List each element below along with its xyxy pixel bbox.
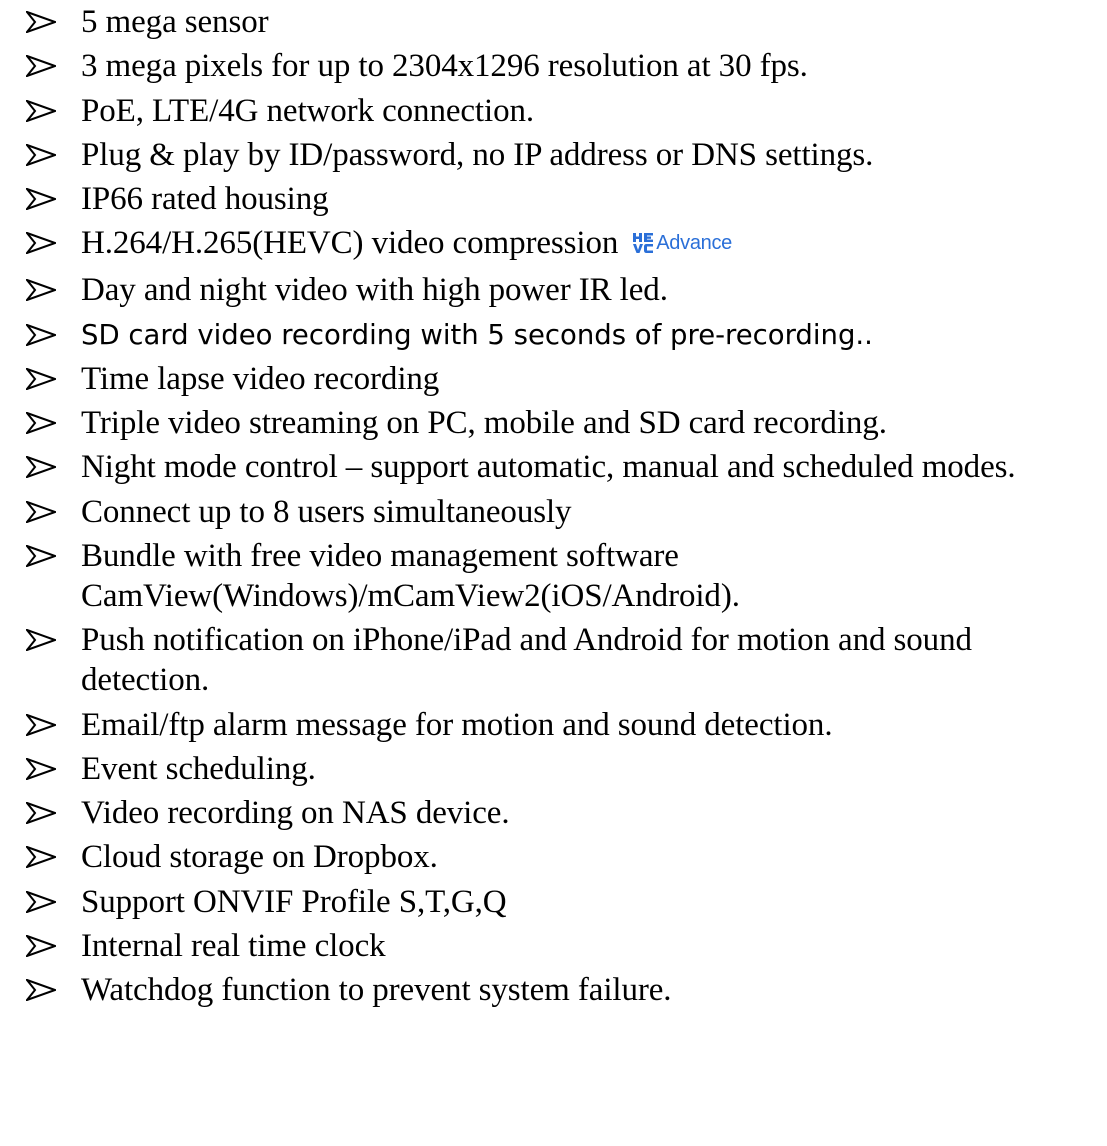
feature-text: 3 mega pixels for up to 2304x1296 resolu… bbox=[81, 48, 808, 85]
list-item: SD card video recording with 5 seconds o… bbox=[0, 315, 1107, 355]
arrowhead-bullet-icon bbox=[26, 793, 58, 833]
list-item: Time lapse video recording bbox=[0, 359, 1107, 399]
feature-text: Day and night video with high power IR l… bbox=[81, 272, 668, 309]
feature-text: Video recording on NAS device. bbox=[81, 795, 510, 832]
hevc-advance-logo: Advance bbox=[632, 223, 732, 263]
list-item: Event scheduling. bbox=[0, 749, 1107, 789]
arrowhead-bullet-icon bbox=[26, 223, 58, 263]
hevc-logo-icon bbox=[633, 232, 654, 253]
arrowhead-bullet-icon bbox=[26, 2, 58, 42]
arrowhead-bullet-icon bbox=[26, 536, 58, 576]
list-item: Night mode control – support automatic, … bbox=[0, 447, 1107, 487]
arrowhead-bullet-icon bbox=[26, 970, 58, 1010]
arrowhead-bullet-icon bbox=[26, 447, 58, 487]
feature-text: Triple video streaming on PC, mobile and… bbox=[81, 405, 887, 442]
arrowhead-bullet-icon bbox=[26, 315, 58, 355]
feature-text: Support ONVIF Profile S,T,G,Q bbox=[81, 883, 507, 920]
arrowhead-bullet-icon bbox=[26, 705, 58, 745]
list-item: 3 mega pixels for up to 2304x1296 resolu… bbox=[0, 46, 1107, 86]
feature-text: SD card video recording with 5 seconds o… bbox=[81, 318, 873, 351]
feature-text: Internal real time clock bbox=[81, 928, 386, 965]
feature-list: 5 mega sensor 3 mega pixels for up to 23… bbox=[0, 2, 1107, 1015]
feature-text: Bundle with free video management softwa… bbox=[81, 537, 740, 614]
feature-text: Email/ftp alarm message for motion and s… bbox=[81, 706, 833, 743]
arrowhead-bullet-icon bbox=[26, 179, 58, 219]
arrowhead-bullet-icon bbox=[26, 135, 58, 175]
feature-text: Time lapse video recording bbox=[81, 360, 440, 397]
arrowhead-bullet-icon bbox=[26, 359, 58, 399]
arrowhead-bullet-icon bbox=[26, 620, 58, 660]
list-item: Watchdog function to prevent system fail… bbox=[0, 970, 1107, 1010]
feature-text: IP66 rated housing bbox=[81, 181, 329, 218]
list-item: Video recording on NAS device. bbox=[0, 793, 1107, 833]
list-item: Day and night video with high power IR l… bbox=[0, 270, 1107, 310]
arrowhead-bullet-icon bbox=[26, 882, 58, 922]
list-item: IP66 rated housing bbox=[0, 179, 1107, 219]
list-item: Internal real time clock bbox=[0, 926, 1107, 966]
arrowhead-bullet-icon bbox=[26, 46, 58, 86]
list-item: Plug & play by ID/password, no IP addres… bbox=[0, 135, 1107, 175]
list-item: Connect up to 8 users simultaneously bbox=[0, 492, 1107, 532]
arrowhead-bullet-icon bbox=[26, 926, 58, 966]
list-item: 5 mega sensor bbox=[0, 2, 1107, 42]
arrowhead-bullet-icon bbox=[26, 492, 58, 532]
list-item: H.264/H.265(HEVC) video compression Advan… bbox=[0, 223, 1107, 265]
feature-text: 5 mega sensor bbox=[81, 4, 269, 40]
feature-text: H.264/H.265(HEVC) video compression bbox=[81, 225, 619, 262]
feature-text: Cloud storage on Dropbox. bbox=[81, 839, 438, 876]
arrowhead-bullet-icon bbox=[26, 270, 58, 310]
hevc-logo-word: Advance bbox=[656, 231, 732, 254]
arrowhead-bullet-icon bbox=[26, 837, 58, 877]
list-item: Bundle with free video management softwa… bbox=[0, 536, 1107, 616]
feature-text: Plug & play by ID/password, no IP addres… bbox=[81, 136, 874, 173]
feature-text-with-logo: H.264/H.265(HEVC) video compression Advan… bbox=[81, 223, 1103, 265]
list-item: Email/ftp alarm message for motion and s… bbox=[0, 705, 1107, 745]
feature-text: Connect up to 8 users simultaneously bbox=[81, 493, 572, 530]
feature-text: Night mode control – support automatic, … bbox=[81, 449, 1016, 486]
arrowhead-bullet-icon bbox=[26, 91, 58, 131]
list-item: Triple video streaming on PC, mobile and… bbox=[0, 403, 1107, 443]
list-item: Push notification on iPhone/iPad and And… bbox=[0, 620, 1107, 700]
list-item: Cloud storage on Dropbox. bbox=[0, 837, 1107, 877]
feature-text: Event scheduling. bbox=[81, 750, 316, 787]
arrowhead-bullet-icon bbox=[26, 403, 58, 443]
feature-text: PoE, LTE/4G network connection. bbox=[81, 92, 535, 129]
list-item: Support ONVIF Profile S,T,G,Q bbox=[0, 882, 1107, 922]
feature-text: Watchdog function to prevent system fail… bbox=[81, 972, 672, 1009]
arrowhead-bullet-icon bbox=[26, 749, 58, 789]
list-item: PoE, LTE/4G network connection. bbox=[0, 91, 1107, 131]
feature-text: Push notification on iPhone/iPad and And… bbox=[81, 622, 972, 699]
